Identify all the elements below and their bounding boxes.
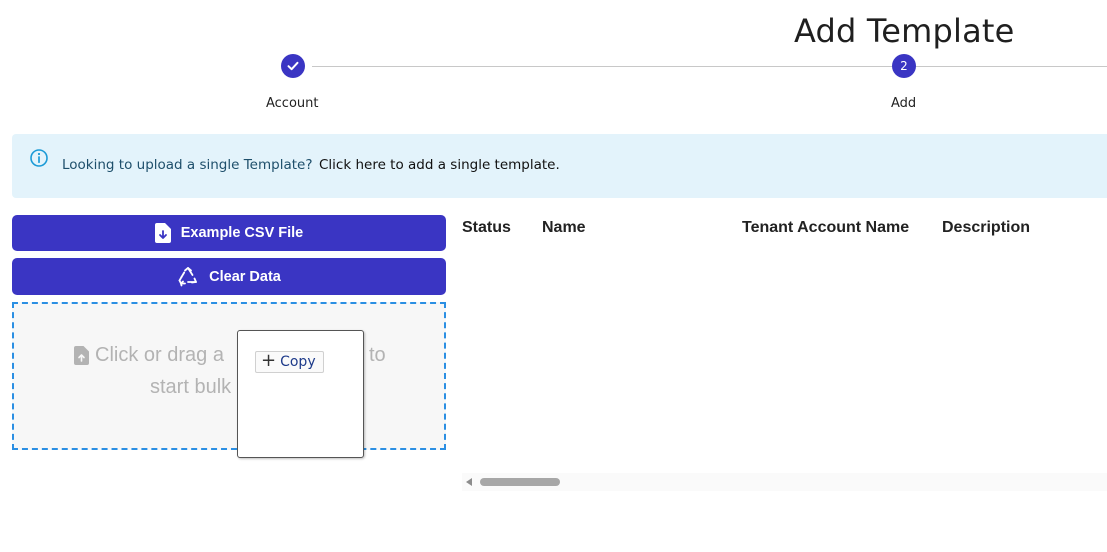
file-download-icon	[154, 223, 171, 243]
dropzone-text-start: Click or drag a	[95, 344, 224, 366]
page-title: Add Template	[794, 12, 1015, 50]
recycle-icon	[178, 266, 198, 286]
step-account-label: Account	[266, 96, 319, 111]
plus-icon: +	[261, 350, 277, 371]
info-banner-message: Looking to upload a single Template?	[62, 157, 313, 173]
clear-data-button-label: Clear Data	[209, 268, 281, 285]
dropzone-instruction-line1: Click or drag a	[74, 344, 224, 367]
file-upload-icon	[74, 346, 89, 365]
context-popup	[237, 330, 364, 458]
copy-button-label: Copy	[280, 354, 316, 370]
check-icon	[287, 61, 299, 71]
scrollbar-thumb[interactable]	[480, 478, 560, 486]
dropzone-instruction-line2: start bulk	[150, 376, 232, 398]
copy-button[interactable]: + Copy	[255, 351, 324, 373]
column-header-name[interactable]: Name	[542, 219, 586, 237]
step-add-label: Add	[891, 96, 917, 111]
column-header-description[interactable]: Description	[942, 219, 1030, 237]
column-header-status[interactable]: Status	[462, 219, 511, 237]
example-csv-button-label: Example CSV File	[180, 225, 304, 241]
info-icon	[30, 149, 48, 167]
step-add-indicator[interactable]: 2	[892, 54, 916, 78]
clear-data-button[interactable]: Clear Data	[12, 258, 446, 295]
example-csv-button[interactable]: Example CSV File	[12, 215, 446, 251]
scroll-left-arrow-icon[interactable]	[466, 478, 472, 486]
stepper-connector-line	[312, 66, 1107, 67]
dropzone-text-end: to	[369, 344, 386, 366]
add-single-template-link[interactable]: Click here to add a single template.	[319, 157, 560, 173]
step-account-indicator[interactable]	[281, 54, 305, 78]
column-header-tenant-account-name[interactable]: Tenant Account Name	[742, 219, 909, 237]
